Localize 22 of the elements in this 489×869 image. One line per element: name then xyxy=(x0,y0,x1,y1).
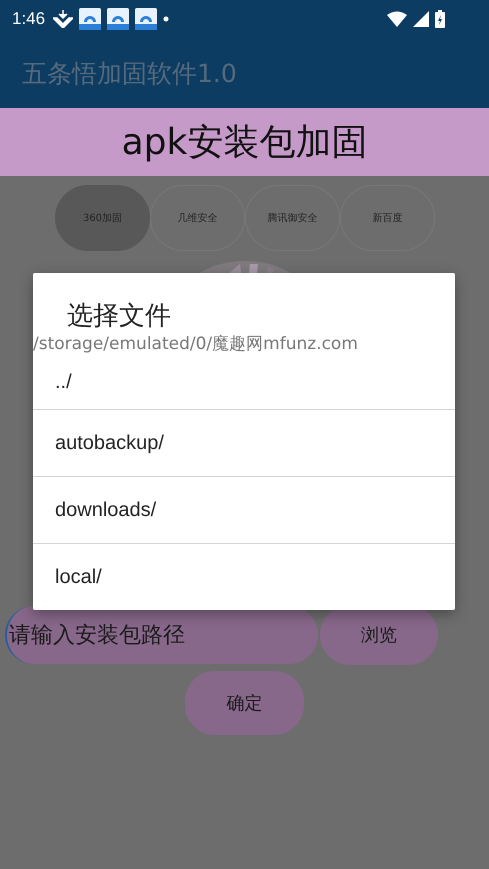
app-notification-icon xyxy=(135,8,158,30)
current-path: /storage/emulated/0/魔趣网mfunz.com xyxy=(33,333,359,355)
app-notification-icon xyxy=(79,8,102,30)
download-icon xyxy=(53,10,74,28)
status-time: 1:46 xyxy=(12,9,46,29)
app-notification-icon xyxy=(107,8,130,30)
engine-button[interactable]: 几维安全 xyxy=(150,185,245,251)
dot-icon xyxy=(163,16,170,22)
page-header: apk安装包加固 xyxy=(0,108,489,176)
path-input-field[interactable]: 请输入安装包路径 xyxy=(5,606,318,664)
file-list-item[interactable]: autobackup/ xyxy=(33,409,455,476)
file-list-item[interactable]: downloads/ xyxy=(33,476,455,543)
confirm-button[interactable]: 确定 xyxy=(185,671,304,735)
file-list-item[interactable]: ../ xyxy=(33,355,455,409)
dialog-title: 选择文件 xyxy=(66,300,172,333)
file-list-item[interactable]: local/ xyxy=(33,543,455,610)
engine-button[interactable]: 腾讯御安全 xyxy=(245,185,340,251)
engine-button[interactable]: 新百度 xyxy=(340,185,435,251)
wifi-icon xyxy=(387,11,407,27)
app-title: 五条悟加固软件1.0 xyxy=(22,58,237,90)
signal-icon xyxy=(413,11,429,27)
battery-icon xyxy=(435,10,445,28)
